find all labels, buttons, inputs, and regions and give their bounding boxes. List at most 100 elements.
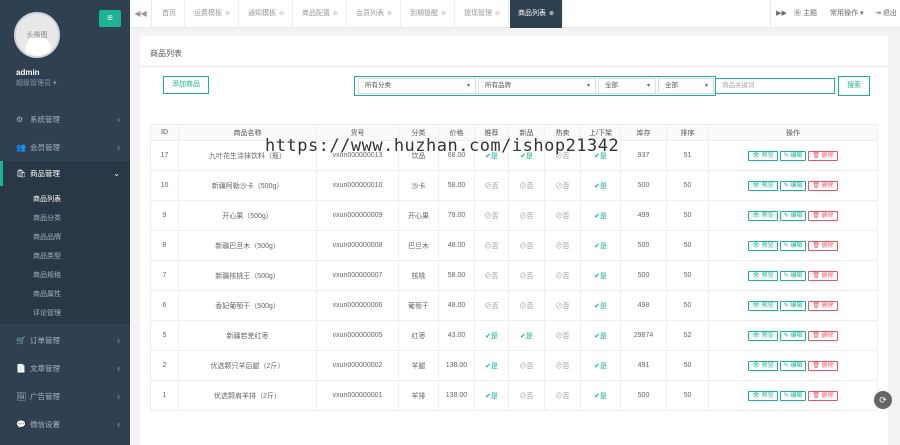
ban-icon[interactable]: ⊘否 [556,243,570,250]
delete-button[interactable]: 🗑 删除 [808,150,838,161]
flag-onsale-cell[interactable]: ✔是 [580,230,621,261]
menu-toggle-button[interactable]: ≡ [99,10,121,27]
tab-product-list[interactable]: 商品列表 ⊗ [510,0,564,28]
delete-button[interactable]: 🗑 删除 [808,270,838,281]
tab-freight-template[interactable]: 运费模板 ⊗ [186,0,240,28]
sidebar-item-ads[interactable]: 🖼 广告管理 ‹ [0,384,130,410]
ban-icon[interactable]: ⊘否 [485,273,499,280]
check-icon[interactable]: ✔是 [594,363,607,370]
ban-icon[interactable]: ⊘否 [520,303,534,310]
flag-rec-cell[interactable]: ✔是 [474,320,509,351]
flag-new-cell[interactable]: ⊘否 [508,230,545,261]
sidebar-item-wechat[interactable]: 💬 微信设置 ‹ [0,412,130,438]
ban-icon[interactable]: ⊘否 [485,303,499,310]
tab-product-config[interactable]: 商品配置 ⊗ [294,0,348,28]
flag-onsale-cell[interactable]: ✔是 [580,260,621,291]
delete-button[interactable]: 🗑 删除 [808,300,838,311]
sidebar-item-system[interactable]: ⚙ 系统管理 ‹ [0,107,130,133]
delete-button[interactable]: 🗑 删除 [808,240,838,251]
submenu-item-reviews[interactable]: 评论管理 [33,308,61,318]
delete-button[interactable]: 🗑 删除 [808,330,838,341]
ban-icon[interactable]: ⊘否 [556,363,570,370]
common-ops-dropdown[interactable]: 常用操作 ▾ [830,0,863,28]
sort-value[interactable]: 50 [684,182,692,189]
flag-hot-cell[interactable]: ⊘否 [544,350,581,381]
close-icon[interactable]: ⊗ [549,11,554,17]
ban-icon[interactable]: ⊘否 [520,183,534,190]
sort-value[interactable]: 50 [684,212,692,219]
tab-member-list[interactable]: 会员列表 ⊗ [348,0,402,28]
preview-button[interactable]: 👁 预览 [748,210,778,221]
ban-icon[interactable]: ⊘否 [556,183,570,190]
submenu-item-product-list[interactable]: 商品列表 [33,194,61,204]
flag-onsale-cell[interactable]: ✔是 [580,380,621,411]
flag-new-cell[interactable]: ⊘否 [508,200,545,231]
edit-button[interactable]: ✎ 编辑 [779,360,807,371]
flag-new-cell[interactable]: ⊘否 [508,290,545,321]
check-icon[interactable]: ✔是 [485,363,498,370]
check-icon[interactable]: ✔是 [485,393,498,400]
flag-onsale-cell[interactable]: ✔是 [580,290,621,321]
delete-button[interactable]: 🗑 删除 [808,180,838,191]
sort-value[interactable]: 50 [684,392,692,399]
flag-hot-cell[interactable]: ⊘否 [544,260,581,291]
submenu-item-specs[interactable]: 商品规格 [33,270,61,280]
flag-hot-cell[interactable]: ⊘否 [544,170,581,201]
flag-new-cell[interactable]: ⊘否 [508,380,545,411]
check-icon[interactable]: ✔是 [594,183,607,190]
edit-button[interactable]: ✎ 编辑 [779,150,807,161]
ban-icon[interactable]: ⊘否 [520,393,534,400]
flag-rec-cell[interactable]: ⊘否 [474,260,509,291]
flag-hot-cell[interactable]: ⊘否 [544,380,581,411]
ban-icon[interactable]: ⊘否 [556,393,570,400]
edit-button[interactable]: ✎ 编辑 [779,270,807,281]
tabs-scroll-right-button[interactable]: ▶▶ [770,0,792,28]
refresh-icon[interactable]: ⟳ [874,391,892,409]
check-icon[interactable]: ✔是 [594,273,607,280]
ban-icon[interactable]: ⊘否 [520,213,534,220]
delete-button[interactable]: 🗑 删除 [808,390,838,401]
preview-button[interactable]: 👁 预览 [748,360,778,371]
flag-rec-cell[interactable]: ⊘否 [474,170,509,201]
flag-new-cell[interactable]: ⊘否 [508,170,545,201]
close-icon[interactable]: ⊗ [279,11,284,17]
check-icon[interactable]: ✔是 [485,333,498,340]
flag-new-cell[interactable]: ⊘否 [508,350,545,381]
flag-rec-cell[interactable]: ⊘否 [474,200,509,231]
preview-button[interactable]: 👁 预览 [748,240,778,251]
ban-icon[interactable]: ⊘否 [556,303,570,310]
flag-rec-cell[interactable]: ✔是 [474,350,509,381]
tabs-scroll-left-button[interactable]: ◀◀ [130,0,152,28]
tab-notify-template[interactable]: 通知模板 ⊗ [240,0,294,28]
sort-value[interactable]: 50 [684,302,692,309]
flag-rec-cell[interactable]: ⊘否 [474,230,509,261]
check-icon[interactable]: ✔是 [594,213,607,220]
ban-icon[interactable]: ⊘否 [556,213,570,220]
check-icon[interactable]: ✔是 [520,333,533,340]
flag-rec-cell[interactable]: ⊘否 [474,290,509,321]
sort-value[interactable]: 50 [684,242,692,249]
ban-icon[interactable]: ⊘否 [556,273,570,280]
preview-button[interactable]: 👁 预览 [748,390,778,401]
tab-expiry-reminder[interactable]: 到期提醒 ⊗ [402,0,456,28]
flag-rec-cell[interactable]: ✔是 [474,380,509,411]
ban-icon[interactable]: ⊘否 [520,273,534,280]
preview-button[interactable]: 👁 预览 [748,330,778,341]
sort-value[interactable]: 50 [684,272,692,279]
delete-button[interactable]: 🗑 删除 [808,210,838,221]
search-input[interactable]: 商品关键词 [715,78,835,94]
col-id[interactable]: ID [150,124,179,141]
tab-home[interactable]: 首页 [154,0,185,28]
flag-hot-cell[interactable]: ⊘否 [544,290,581,321]
logout-button[interactable]: ⇥ 退出 [875,0,897,28]
preview-button[interactable]: 👁 预览 [748,300,778,311]
add-product-button[interactable]: 添加商品 [163,76,209,94]
theme-button[interactable]: ▦ 主题 [794,0,817,28]
user-role-dropdown[interactable]: 超级管理员 ▾ [16,78,56,88]
sidebar-item-orders[interactable]: 🛒 订单管理 ‹ [0,328,130,354]
sidebar-item-products[interactable]: 🛍 商品管理 ⌄ [0,161,130,187]
sidebar-item-articles[interactable]: 📄 文章管理 ‹ [0,356,130,382]
ban-icon[interactable]: ⊘否 [485,213,499,220]
delete-button[interactable]: 🗑 删除 [808,360,838,371]
edit-button[interactable]: ✎ 编辑 [779,240,807,251]
